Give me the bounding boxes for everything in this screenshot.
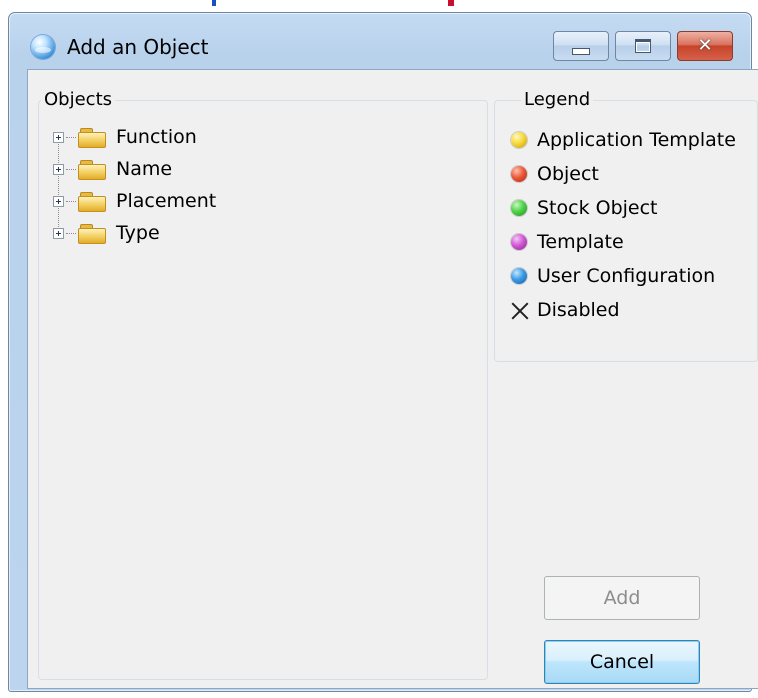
tree-node-label: Function xyxy=(116,126,197,148)
tree-node-label: Type xyxy=(116,222,160,244)
legend-list: Application Template Object Stock Object… xyxy=(511,123,736,327)
legend-item-stock-object: Stock Object xyxy=(511,191,736,225)
close-icon: ✕ xyxy=(697,35,713,56)
expand-icon[interactable] xyxy=(53,227,64,239)
tree-node-label: Placement xyxy=(116,190,217,212)
tree-connector xyxy=(66,200,76,202)
legend-group: Legend Application Template Object Stock… xyxy=(494,89,758,362)
legend-item-disabled: Disabled xyxy=(511,293,736,327)
legend-label: Disabled xyxy=(537,299,620,321)
expand-icon[interactable] xyxy=(53,195,64,207)
minimize-icon xyxy=(572,47,590,55)
dialog-body: Objects Function Name Placement Type Leg… xyxy=(27,69,758,689)
minimize-button[interactable] xyxy=(553,31,609,61)
dialog-title: Add an Object xyxy=(67,35,209,59)
legend-item-object: Object xyxy=(511,157,736,191)
objects-tree[interactable]: Function Name Placement Type xyxy=(53,121,216,249)
maximize-icon xyxy=(635,39,651,53)
legend-item-template: Template xyxy=(511,225,736,259)
legend-item-application-template: Application Template xyxy=(511,123,736,157)
purple-ball-icon xyxy=(511,234,527,250)
legend-item-user-configuration: User Configuration xyxy=(511,259,736,293)
blue-ball-icon xyxy=(511,268,527,284)
tree-connector xyxy=(66,232,76,234)
background-fragment xyxy=(212,0,216,6)
tree-node-label: Name xyxy=(116,158,173,180)
folder-icon xyxy=(78,127,106,148)
green-ball-icon xyxy=(511,200,527,216)
legend-label: Application Template xyxy=(537,129,736,151)
folder-icon xyxy=(78,191,106,212)
tree-node-type[interactable]: Type xyxy=(53,217,216,249)
cancel-button[interactable]: Cancel xyxy=(544,640,700,684)
add-button[interactable]: Add xyxy=(544,576,700,620)
expand-icon[interactable] xyxy=(53,131,64,143)
x-icon xyxy=(511,301,529,319)
add-object-dialog: Add an Object ✕ Objects Function Name Pl… xyxy=(8,12,758,692)
legend-label: Template xyxy=(537,231,624,253)
close-button[interactable]: ✕ xyxy=(677,31,733,61)
tree-node-placement[interactable]: Placement xyxy=(53,185,216,217)
legend-group-label: Legend xyxy=(521,89,594,110)
tree-node-function[interactable]: Function xyxy=(53,121,216,153)
objects-group: Objects Function Name Placement Type xyxy=(38,89,488,680)
tree-connector xyxy=(66,168,76,170)
legend-label: Stock Object xyxy=(537,197,658,219)
folder-icon xyxy=(78,223,106,244)
legend-label: Object xyxy=(537,163,599,185)
tree-node-name[interactable]: Name xyxy=(53,153,216,185)
expand-icon[interactable] xyxy=(53,163,64,175)
folder-icon xyxy=(78,159,106,180)
yellow-ball-icon xyxy=(511,132,527,148)
objects-group-label: Objects xyxy=(41,89,116,110)
maximize-button[interactable] xyxy=(615,31,671,61)
title-bar[interactable]: Add an Object ✕ xyxy=(9,13,751,61)
app-globe-icon xyxy=(31,35,55,59)
background-strip xyxy=(0,0,758,10)
tree-connector xyxy=(66,136,76,138)
background-fragment xyxy=(448,0,454,6)
red-ball-icon xyxy=(511,166,527,182)
legend-label: User Configuration xyxy=(537,265,716,287)
